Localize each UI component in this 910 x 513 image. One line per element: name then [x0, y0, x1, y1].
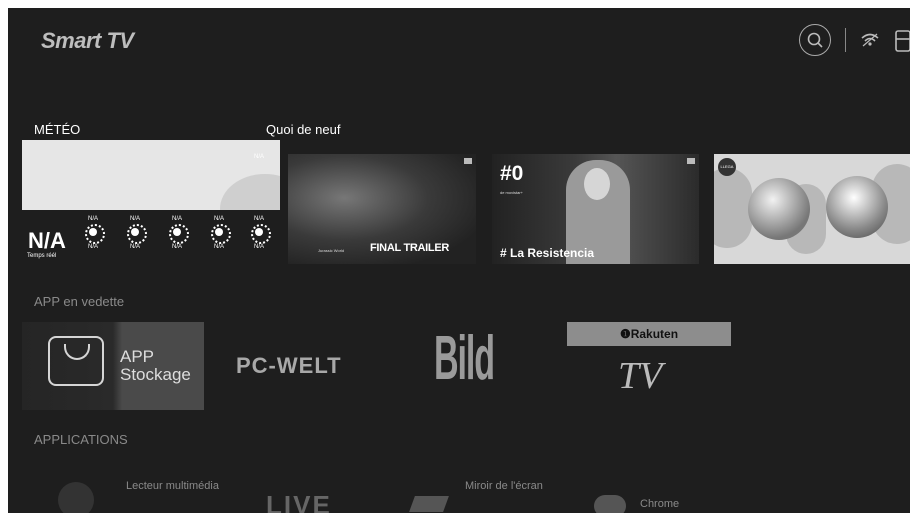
- current-temperature-label: Temps réél: [27, 253, 57, 259]
- forecast-low: N/A: [87, 244, 98, 250]
- weather-section-label: MÉTÉO: [34, 122, 81, 137]
- forecast-high: N/A: [213, 216, 224, 222]
- pcwelt-app-tile[interactable]: PC-WELT: [236, 353, 342, 379]
- shopping-bag-icon: [48, 336, 104, 386]
- applications-section-label: APPLICATIONS: [34, 432, 128, 447]
- top-divider: [845, 28, 846, 52]
- app-store-tile[interactable]: APP Stockage: [22, 322, 204, 410]
- forecast-day: N/A N/A: [162, 216, 192, 250]
- news-tile-resistencia[interactable]: #0 de movistar+ # La Resistencia: [492, 154, 699, 264]
- video-icon: [687, 158, 695, 164]
- search-button[interactable]: [799, 24, 831, 56]
- current-temperature: N/A: [28, 228, 66, 253]
- resistencia-caption: # La Resistencia: [500, 246, 595, 260]
- foil-ball: [748, 178, 810, 240]
- forecast-high: N/A: [253, 216, 264, 222]
- app-live[interactable]: LIVE: [266, 490, 332, 513]
- forecast-high: N/A: [129, 216, 140, 222]
- forecast-low: N/A: [253, 244, 264, 250]
- rakuten-logo-bar[interactable]: ❶Rakuten: [567, 322, 731, 346]
- app-store-label: APP Stockage: [120, 347, 191, 384]
- weather-top-value: N/A: [253, 154, 264, 160]
- brand-title: Smart TV: [41, 28, 134, 53]
- metal-sphere: [826, 176, 888, 238]
- wifi-icon[interactable]: [860, 32, 880, 48]
- chrome-icon[interactable]: [594, 495, 626, 513]
- host-face: [584, 168, 610, 200]
- search-icon: [807, 32, 823, 48]
- forecast-low: N/A: [171, 244, 182, 250]
- input-source-icon[interactable]: [894, 28, 910, 52]
- hand-shape: [714, 168, 752, 248]
- news-section-label: Quoi de neuf: [266, 122, 341, 137]
- channel-logo-sub: de movistar+: [500, 190, 524, 195]
- forecast-high: N/A: [171, 216, 182, 222]
- app-screen-mirror[interactable]: Miroir de l'écran: [465, 480, 545, 492]
- app-media-player[interactable]: Lecteur multimédia: [126, 480, 226, 492]
- bild-app-tile[interactable]: Bild: [434, 326, 495, 392]
- weather-tile[interactable]: N/A N/A Temps réél N/A N/A N/A N/A N/A N…: [22, 140, 280, 264]
- news-tile-trailer[interactable]: Jurassic World FINAL TRAILER: [288, 154, 476, 264]
- forecast-day: N/A N/A: [204, 216, 234, 250]
- forecast-low: N/A: [213, 244, 224, 250]
- forecast-day: N/A N/A: [78, 216, 108, 250]
- news-tile-spheres[interactable]: LLEGA: [714, 154, 910, 264]
- forecast-day: N/A N/A: [244, 216, 274, 250]
- tv-screen: Smart TV MÉTÉO Quoi de neuf APP en vedet…: [8, 8, 910, 513]
- sun-icon: [251, 224, 271, 244]
- forecast-low: N/A: [129, 244, 140, 250]
- media-player-icon[interactable]: [58, 482, 94, 513]
- trailer-film-logo: Jurassic World: [318, 248, 345, 253]
- screen-mirror-icon[interactable]: [409, 496, 449, 512]
- sun-icon: [211, 224, 231, 244]
- sun-icon: [169, 224, 189, 244]
- forecast-day: N/A N/A: [120, 216, 150, 250]
- video-icon: [464, 158, 472, 164]
- sun-icon: [127, 224, 147, 244]
- top-bar-icons: [799, 22, 910, 58]
- sun-icon: [85, 224, 105, 244]
- channel-logo: #0: [500, 162, 524, 185]
- rakuten-tv-logo[interactable]: TV: [618, 354, 662, 398]
- app-chrome[interactable]: Chrome: [640, 498, 679, 510]
- trailer-caption: FINAL TRAILER: [370, 242, 450, 254]
- forecast-high: N/A: [87, 216, 98, 222]
- featured-section-label: APP en vedette: [34, 294, 125, 309]
- tile-badge: LLEGA: [718, 158, 736, 176]
